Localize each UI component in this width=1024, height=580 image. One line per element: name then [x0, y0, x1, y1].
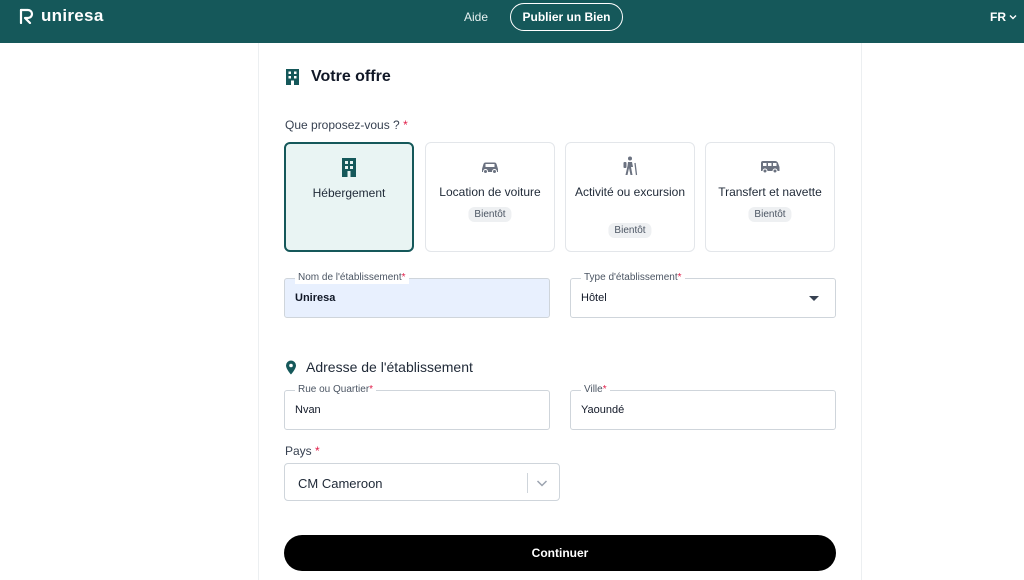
- required-marker: *: [677, 272, 682, 283]
- address-section-title: Adresse de l'établissement: [285, 359, 473, 375]
- continue-button[interactable]: Continuer: [284, 535, 836, 571]
- top-navbar: uniresa Aide Publier un Bien FR: [0, 0, 1024, 43]
- coming-soon-badge: Bientôt: [608, 223, 652, 238]
- city-input[interactable]: [581, 404, 801, 416]
- select-divider: [527, 473, 528, 493]
- country-select[interactable]: CM Cameroon: [284, 463, 560, 501]
- car-icon: [482, 162, 498, 174]
- building-icon: [342, 158, 356, 177]
- establishment-type-value: Hôtel: [581, 292, 607, 304]
- coming-soon-badge: Bientôt: [468, 207, 512, 222]
- option-label: Transfert et navette: [718, 185, 822, 199]
- required-marker: *: [403, 118, 408, 132]
- publish-property-button[interactable]: Publier un Bien: [510, 3, 623, 31]
- country-label-text: Pays: [285, 444, 312, 458]
- chevron-down-icon: [1009, 15, 1017, 20]
- city-label: Ville*: [581, 384, 610, 396]
- country-value: CM Cameroon: [298, 476, 383, 491]
- option-card-activite[interactable]: Activité ou excursion Bientôt: [565, 142, 695, 252]
- hiker-icon: [623, 156, 638, 176]
- street-label: Rue ou Quartier*: [295, 384, 377, 396]
- required-marker: *: [602, 384, 607, 395]
- establishment-type-label-text: Type d'établissement: [584, 272, 678, 283]
- building-icon: [286, 69, 299, 85]
- shuttle-icon: [761, 161, 780, 174]
- offer-title: Votre offre: [311, 68, 391, 85]
- establishment-type-select[interactable]: Type d'établissement* Hôtel: [570, 272, 836, 318]
- language-selector[interactable]: FR: [990, 10, 1017, 24]
- establishment-name-field[interactable]: Nom de l'établissement*: [284, 272, 550, 318]
- option-card-hebergement[interactable]: Hébergement: [284, 142, 414, 252]
- establishment-name-label: Nom de l'établissement*: [295, 272, 409, 284]
- help-link[interactable]: Aide: [464, 10, 488, 24]
- coming-soon-badge: Bientôt: [748, 207, 792, 222]
- option-card-transfert[interactable]: Transfert et navette Bientôt: [705, 142, 835, 252]
- map-pin-icon: [286, 360, 296, 374]
- dropdown-caret-icon: [809, 296, 819, 301]
- logo-text: uniresa: [41, 6, 104, 25]
- option-label: Activité ou excursion: [574, 185, 686, 199]
- address-title: Adresse de l'établissement: [306, 359, 473, 375]
- offer-section-title: Votre offre: [285, 68, 391, 86]
- establishment-name-label-text: Nom de l'établissement: [298, 272, 402, 283]
- city-field[interactable]: Ville*: [570, 384, 836, 430]
- street-field[interactable]: Rue ou Quartier*: [284, 384, 550, 430]
- language-label: FR: [990, 10, 1006, 24]
- offer-question: Que proposez-vous ? *: [285, 118, 408, 132]
- option-icon-wrap: [706, 155, 834, 177]
- country-label: Pays *: [285, 444, 320, 458]
- offer-question-text: Que proposez-vous ?: [285, 118, 400, 132]
- option-icon-wrap: [426, 155, 554, 177]
- uniresa-logo[interactable]: uniresa: [19, 6, 104, 26]
- establishment-name-input[interactable]: [295, 292, 515, 304]
- chevron-down-icon[interactable]: [535, 476, 549, 490]
- option-icon-wrap: [566, 155, 694, 177]
- logo-mark-icon: [19, 8, 34, 24]
- street-label-text: Rue ou Quartier: [298, 384, 370, 395]
- option-label: Hébergement: [312, 186, 386, 200]
- option-label: Location de voiture: [439, 185, 541, 199]
- required-marker: *: [401, 272, 406, 283]
- establishment-type-label: Type d'établissement*: [581, 272, 685, 284]
- required-marker: *: [315, 444, 320, 458]
- street-input[interactable]: [295, 404, 515, 416]
- option-icon-wrap: [286, 156, 412, 178]
- option-card-location-voiture[interactable]: Location de voiture Bientôt: [425, 142, 555, 252]
- city-label-text: Ville: [584, 384, 603, 395]
- required-marker: *: [369, 384, 374, 395]
